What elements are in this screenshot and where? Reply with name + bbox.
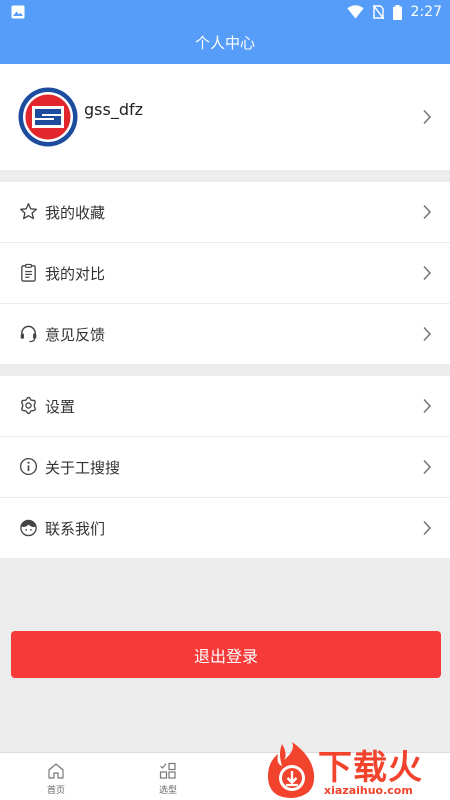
menu-item-favorites[interactable]: 我的收藏	[0, 182, 450, 243]
flame-logo-icon	[268, 742, 315, 798]
status-bar: 2:27	[0, 0, 450, 24]
menu-item-contact[interactable]: 联系我们	[0, 498, 450, 558]
profile-card[interactable]: gss_dfz	[0, 64, 450, 170]
wifi-icon	[346, 5, 364, 19]
menu-item-label: 我的收藏	[45, 204, 106, 222]
menu-item-label: 我的对比	[45, 265, 106, 283]
chevron-right-icon	[423, 459, 432, 475]
menu-item-label: 设置	[45, 398, 76, 416]
no-sim-icon	[372, 5, 384, 19]
selection-icon	[159, 762, 176, 779]
tab-home[interactable]: 首页	[0, 753, 112, 800]
tab-label: 首页	[46, 786, 65, 796]
chevron-right-icon	[423, 326, 432, 342]
home-icon	[48, 763, 64, 779]
chevron-right-icon	[423, 265, 432, 281]
menu-group-2: 设置 关于工搜搜 联系我们	[0, 376, 450, 558]
chevron-right-icon	[423, 520, 432, 536]
logout-button[interactable]: 退出登录	[11, 631, 441, 678]
page-title: 个人中心	[194, 34, 255, 52]
watermark-text: 下载火	[318, 748, 423, 788]
menu-item-about[interactable]: 关于工搜搜	[0, 437, 450, 498]
status-time: 2:27	[410, 4, 442, 20]
menu-item-settings[interactable]: 设置	[0, 376, 450, 437]
watermark: 下载火 xiazaihuo.com	[262, 740, 450, 800]
contact-person-icon	[20, 519, 37, 537]
chevron-right-icon	[423, 398, 432, 414]
page-title-bar: 个人中心	[0, 24, 450, 64]
gear-icon	[21, 396, 36, 415]
menu-item-label: 意见反馈	[45, 326, 106, 344]
tab-label: 选型	[158, 786, 177, 796]
avatar	[18, 87, 78, 147]
username: gss_dfz	[84, 100, 144, 119]
menu-group-1: 我的收藏 我的对比 意见反馈	[0, 182, 450, 364]
watermark-url: xiazaihuo.com	[324, 784, 413, 797]
tab-selection[interactable]: 选型	[112, 753, 224, 800]
headset-icon	[20, 325, 37, 343]
menu-item-feedback[interactable]: 意见反馈	[0, 304, 450, 364]
info-icon	[19, 457, 38, 476]
clipboard-icon	[21, 263, 36, 282]
chevron-right-icon	[423, 109, 432, 125]
menu-item-compare[interactable]: 我的对比	[0, 243, 450, 304]
battery-icon	[392, 4, 402, 20]
menu-item-label: 联系我们	[45, 520, 106, 538]
menu-item-label: 关于工搜搜	[45, 459, 121, 477]
chevron-right-icon	[423, 204, 432, 220]
star-icon	[20, 203, 37, 220]
image-notification-icon	[11, 5, 25, 19]
